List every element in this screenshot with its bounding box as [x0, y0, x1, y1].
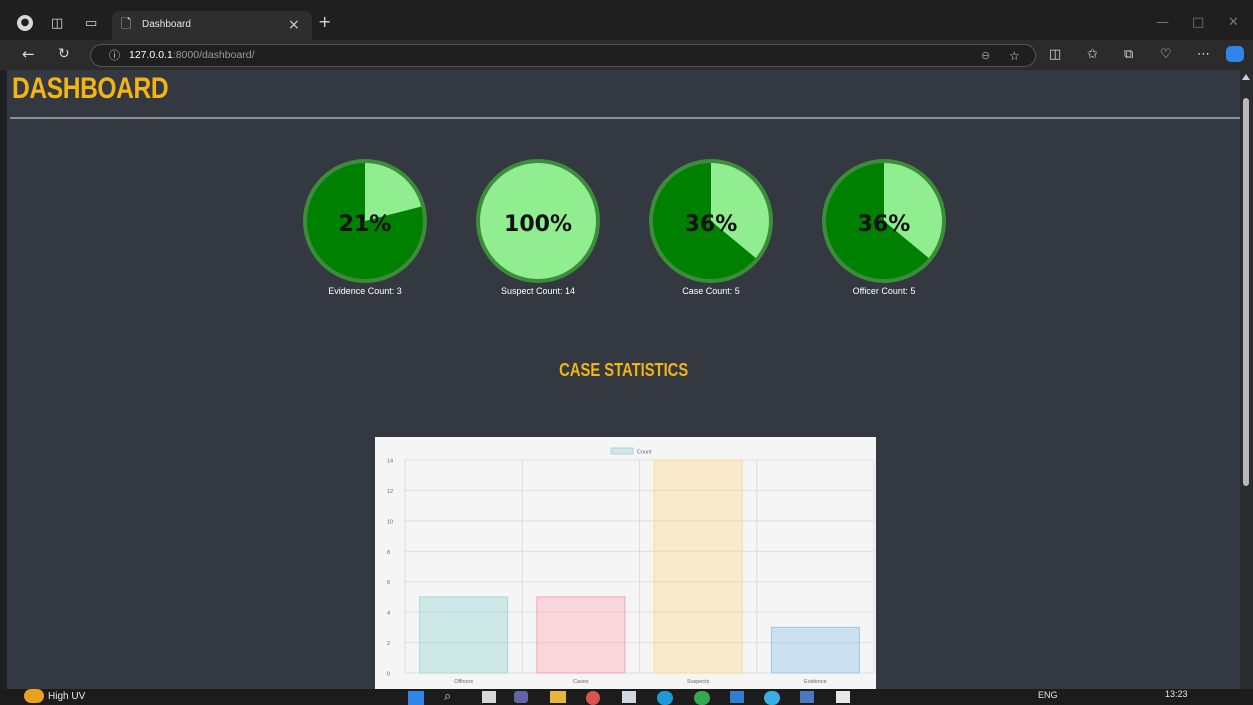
page-icon: 🗋: [121, 17, 132, 32]
legend-label: Count: [637, 450, 652, 456]
bar-officers: [419, 596, 509, 674]
minimize-icon[interactable]: —: [1156, 15, 1169, 31]
dashboard-page: DASHBOARD 21% Evidence Count: 3 100% Sus…: [7, 70, 1240, 689]
y-tick-label: 4: [387, 611, 390, 617]
calendar-icon[interactable]: [836, 691, 850, 703]
weather-icon[interactable]: [24, 689, 44, 703]
clock[interactable]: 13:23: [1165, 689, 1188, 699]
site-info-icon[interactable]: ⓘ: [109, 48, 120, 64]
gauge-percent: 100%: [504, 212, 572, 237]
x-tick-label: Cases: [573, 679, 589, 685]
chrome-icon[interactable]: [694, 691, 710, 705]
split-screen-icon[interactable]: ◫: [1049, 47, 1061, 63]
app-icon[interactable]: [586, 691, 600, 705]
tab-actions-icon[interactable]: ▭: [85, 16, 97, 32]
new-tab-button[interactable]: +: [318, 14, 331, 30]
page-title: DASHBOARD: [12, 72, 169, 105]
edge-icon[interactable]: [657, 691, 673, 705]
close-window-icon[interactable]: ✕: [1228, 15, 1239, 31]
favorites-icon[interactable]: ✩: [1087, 47, 1098, 63]
store-icon[interactable]: [622, 691, 636, 703]
collections-icon[interactable]: ⧉: [1124, 47, 1133, 63]
close-tab-icon[interactable]: ×: [288, 17, 300, 33]
tab-title: Dashboard: [142, 19, 191, 30]
bar-suspects: [653, 459, 743, 674]
more-menu-icon[interactable]: ⋯: [1197, 47, 1210, 63]
url-input[interactable]: ⓘ 127.0.0.1:8000/dashboard/ ⊖ ☆: [90, 44, 1036, 67]
file-explorer-icon[interactable]: [550, 691, 566, 703]
browser-address-bar: ← ↻ ⓘ 127.0.0.1:8000/dashboard/ ⊖ ☆ ◫ ✩ …: [0, 40, 1253, 70]
gauge-label: Case Count: 5: [682, 286, 740, 296]
gauge-evidence: 21% Evidence Count: 3: [300, 156, 430, 296]
x-tick-label: Suspects: [687, 679, 710, 685]
copilot-icon[interactable]: [1226, 46, 1244, 62]
maximize-icon[interactable]: □: [1192, 15, 1204, 31]
x-tick-label: Officers: [454, 679, 473, 685]
y-tick-label: 14: [387, 459, 393, 465]
task-view-icon[interactable]: [482, 691, 496, 703]
gauge-suspect: 100% Suspect Count: 14: [473, 156, 603, 296]
y-tick-label: 12: [387, 489, 393, 495]
browser-tab-bar: ● ◫ ▭ 🗋 Dashboard × + — □ ✕: [0, 7, 1253, 40]
bar-cases: [536, 596, 626, 674]
case-statistics-chart: 0 2 4 6 8 10 12 14 Officers Cases Suspects Evidence…: [375, 437, 876, 689]
refresh-icon[interactable]: ↻: [58, 46, 70, 62]
tab-dashboard[interactable]: 🗋 Dashboard ×: [112, 11, 312, 40]
gauge-label: Suspect Count: 14: [500, 286, 576, 296]
teams-icon[interactable]: [514, 691, 528, 703]
gauge-label: Officer Count: 5: [852, 286, 916, 296]
bar-evidence: [770, 626, 860, 674]
browser-essentials-icon[interactable]: ♡: [1160, 47, 1172, 63]
chat-icon[interactable]: [764, 691, 780, 705]
zoom-icon[interactable]: ⊖: [981, 48, 990, 64]
title-divider: [10, 117, 1240, 119]
section-title: CASE STATISTICS: [7, 360, 1240, 381]
page-scrollbar[interactable]: [1240, 70, 1253, 689]
gauge-chart: 21%: [303, 159, 427, 283]
y-tick-label: 6: [387, 580, 390, 586]
gauge-chart: 100%: [476, 159, 600, 283]
scroll-thumb[interactable]: [1243, 98, 1249, 486]
y-tick-label: 2: [387, 641, 390, 647]
gauge-case: 36% Case Count: 5: [646, 156, 776, 296]
gauge-chart: 36%: [822, 159, 946, 283]
start-menu-icon[interactable]: [408, 691, 424, 705]
y-tick-label: 10: [387, 519, 393, 525]
legend-swatch: [610, 447, 634, 455]
vscode-icon[interactable]: [730, 691, 744, 703]
gauge-label: Evidence Count: 3: [328, 286, 402, 296]
search-icon[interactable]: ⌕: [444, 689, 451, 705]
gauge-chart: 36%: [649, 159, 773, 283]
windows-taskbar: High UV ⌕ ENG 13:23: [0, 689, 1253, 705]
gauge-officer: 36% Officer Count: 5: [819, 156, 949, 296]
language-indicator[interactable]: ENG: [1038, 690, 1058, 700]
workspaces-icon[interactable]: ◫: [51, 16, 63, 32]
url-text: 127.0.0.1:8000/dashboard/: [129, 49, 255, 61]
bar-chart-svg: 0 2 4 6 8 10 12 14 Officers Cases Suspects Evidence…: [387, 447, 875, 685]
section-title-text: CASE STATISTICS: [558, 360, 689, 380]
favorite-star-icon[interactable]: ☆: [1009, 48, 1020, 64]
profile-icon[interactable]: ●: [17, 15, 33, 31]
terminal-icon[interactable]: [800, 691, 814, 703]
weather-text[interactable]: High UV: [48, 691, 85, 702]
y-tick-label: 0: [387, 672, 390, 678]
gauge-percent: 21%: [339, 212, 392, 237]
x-tick-label: Evidence: [804, 679, 827, 685]
scroll-up-icon[interactable]: [1242, 74, 1250, 80]
gauge-percent: 36%: [685, 212, 738, 237]
y-tick-label: 8: [387, 550, 390, 556]
gauge-percent: 36%: [858, 212, 911, 237]
back-arrow-icon[interactable]: ←: [22, 46, 35, 62]
